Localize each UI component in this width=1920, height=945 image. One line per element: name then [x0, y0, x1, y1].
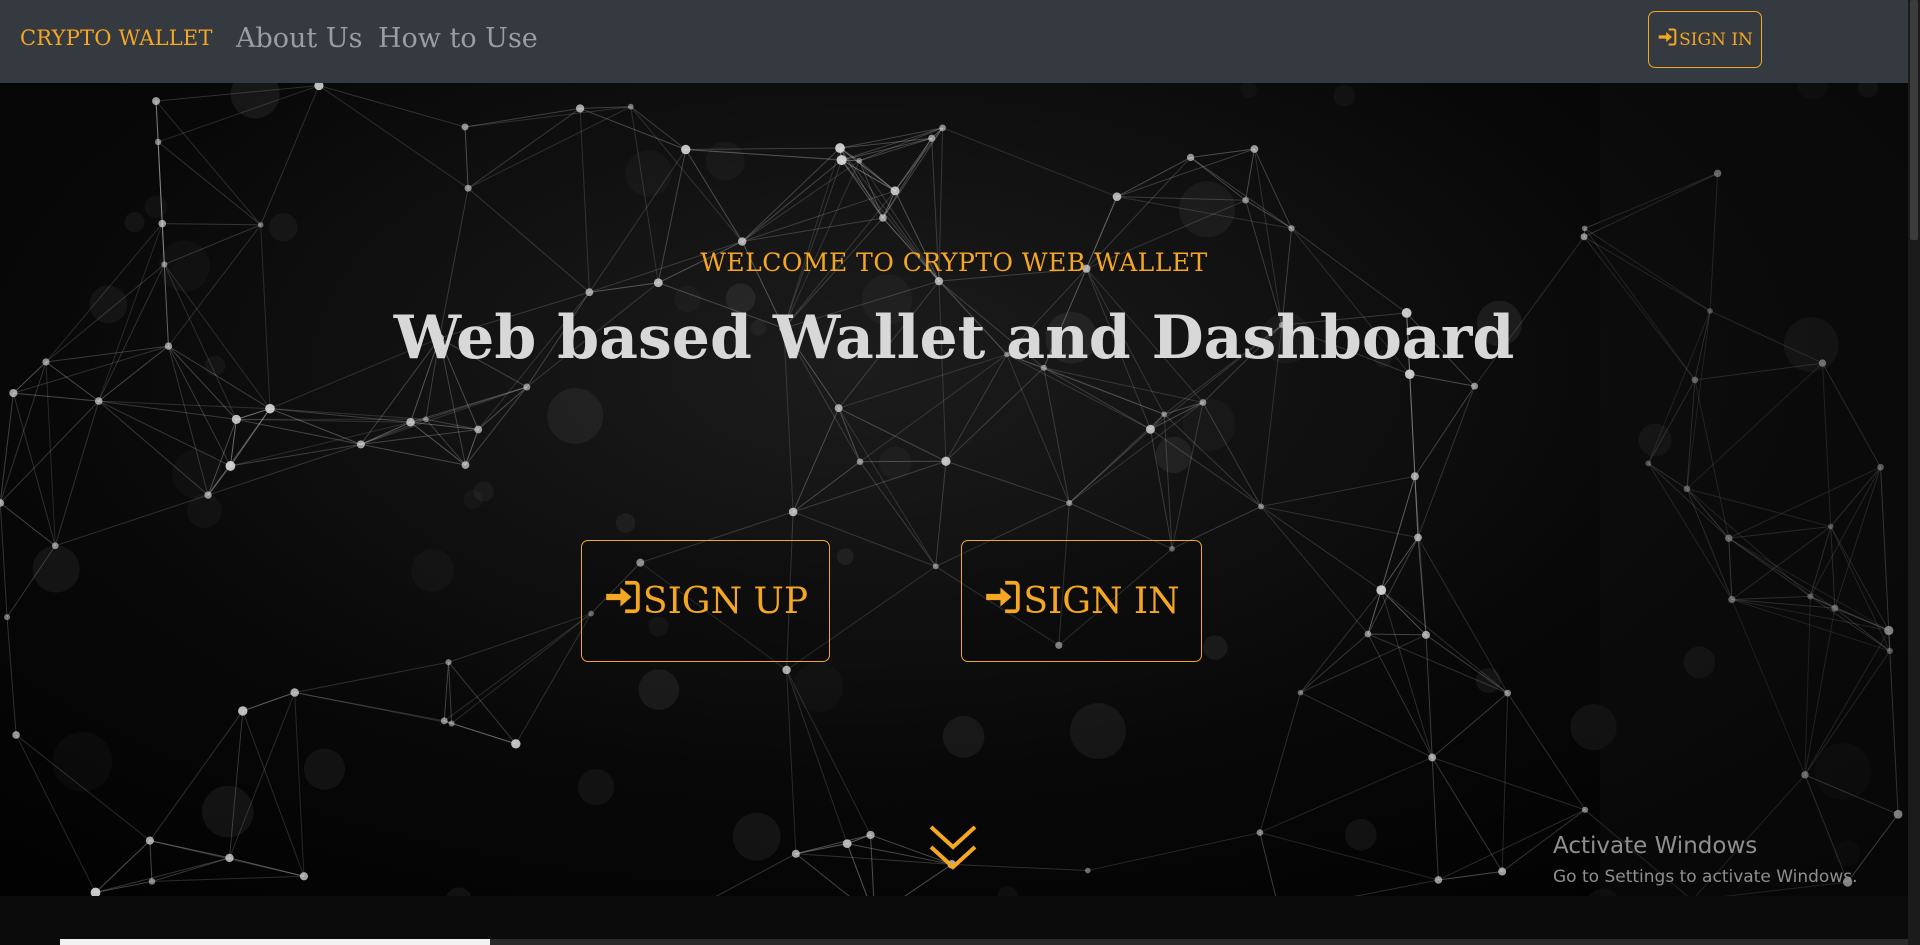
hero-section: WELCOME TO CRYPTO WEB WALLET Web based W… [0, 83, 1908, 896]
hero-side-panel [1600, 83, 1908, 896]
progress-indicator [60, 939, 490, 945]
sign-in-icon [603, 578, 641, 625]
navbar-sign-in-button[interactable]: SIGN IN [1648, 11, 1762, 68]
hero-title: Web based Wallet and Dashboard [393, 303, 1515, 373]
navbar-sign-in-label: SIGN IN [1679, 29, 1753, 50]
next-section-preview [0, 896, 1908, 945]
sign-up-button[interactable]: SIGN UP [581, 540, 830, 662]
double-chevron-down-icon[interactable] [927, 823, 979, 873]
scrollbar-thumb[interactable] [1910, 0, 1918, 240]
activate-windows-subtitle: Go to Settings to activate Windows. [1553, 867, 1858, 887]
brand-logo[interactable]: CRYPTO WALLET [20, 26, 213, 50]
page: CRYPTO WALLET About Us How to Use SIGN I… [0, 0, 1920, 945]
nav-about-us[interactable]: About Us [236, 23, 362, 54]
activate-windows-watermark: Activate Windows Go to Settings to activ… [1553, 833, 1858, 887]
page-scrollbar[interactable] [1908, 0, 1920, 945]
sign-in-icon [1657, 27, 1677, 52]
progress-track [490, 939, 1908, 945]
nav-how-to-use[interactable]: How to Use [378, 23, 538, 54]
navbar: CRYPTO WALLET About Us How to Use SIGN I… [0, 0, 1908, 83]
activate-windows-title: Activate Windows [1553, 833, 1758, 859]
sign-up-label: SIGN UP [642, 580, 809, 622]
sign-in-icon [983, 578, 1021, 625]
hero-sign-in-label: SIGN IN [1023, 580, 1180, 622]
welcome-subtitle: WELCOME TO CRYPTO WEB WALLET [700, 248, 1208, 277]
hero-sign-in-button[interactable]: SIGN IN [961, 540, 1202, 662]
